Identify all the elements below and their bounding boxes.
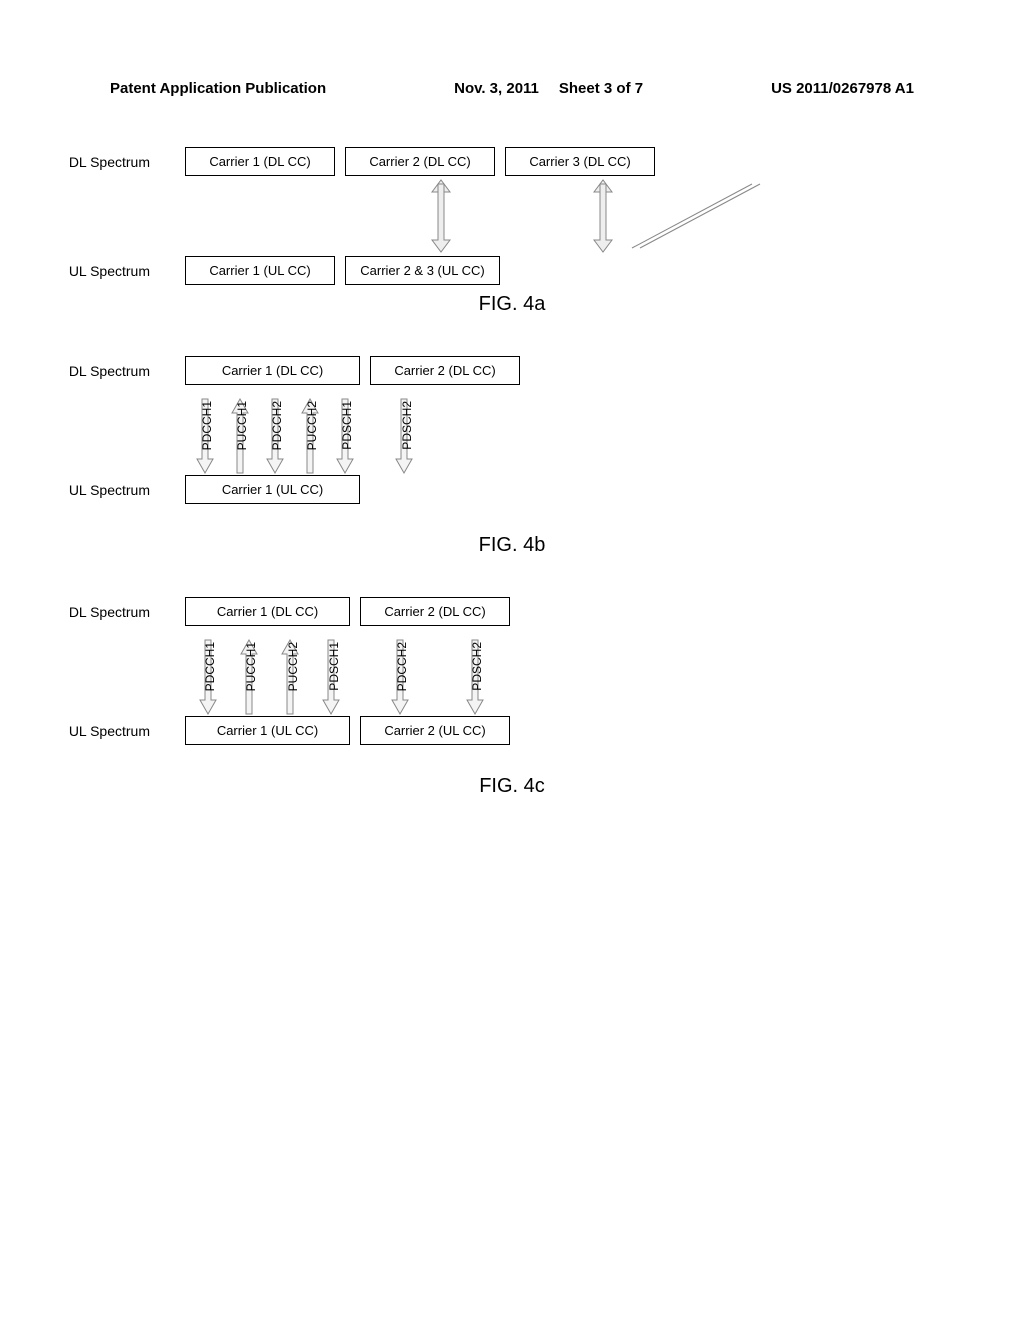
fig4c-ul-carrier-2: Carrier 2 (UL CC) [360,716,510,745]
fig4b-dl-carrier-2: Carrier 2 (DL CC) [370,356,520,385]
channel-pdcch1: PDCCH1 [199,636,219,716]
fig4c-channels-dl1: PDCCH1 PUCCH1 PUCCH2 PDSCH1 [188,626,353,716]
channel-label: PDCCH1 [200,401,214,450]
channel-pdsch1: PDSCH1 [322,636,342,716]
channel-label: PUCCH2 [286,642,300,691]
fig4b-dl-carrier-1: Carrier 1 (DL CC) [185,356,360,385]
channel-label: PDSCH1 [327,642,341,691]
channel-label: PDCCH1 [203,642,217,691]
header-pubno: US 2011/0267978 A1 [771,80,914,97]
figure-4b: DL Spectrum Carrier 1 (DL CC) Carrier 2 … [0,356,1024,557]
fig4c-dl-carrier-1: Carrier 1 (DL CC) [185,597,350,626]
channel-label: PDSCH2 [400,401,414,450]
channel-pucch2: PUCCH2 [301,395,321,475]
page-header: Patent Application Publication Nov. 3, 2… [0,0,1024,117]
bidirectional-arrow-icon [360,176,860,256]
channel-label: PDCCH2 [395,642,409,691]
channel-pucch1: PUCCH1 [231,395,251,475]
fig4a-ul-carrier-1: Carrier 1 (UL CC) [185,256,335,285]
fig4a-dl-carrier-2: Carrier 2 (DL CC) [345,147,495,176]
channel-pdcch1: PDCCH1 [196,395,216,475]
channel-pdsch2: PDSCH2 [466,636,486,716]
figure-4a: DL Spectrum Carrier 1 (DL CC) Carrier 2 … [0,147,1024,316]
fig4b-channels-dl2: PDSCH2 [373,385,543,475]
fig4c-ul-carrier-1: Carrier 1 (UL CC) [185,716,350,745]
header-date: Nov. 3, 2011 [454,80,539,97]
fig4a-ul-carrier-23: Carrier 2 & 3 (UL CC) [345,256,500,285]
channel-label: PDCCH2 [270,401,284,450]
fig4a-dl-label: DL Spectrum [0,154,180,170]
channel-label: PUCCH2 [305,401,319,450]
fig4a-caption: FIG. 4a [0,293,1024,316]
channel-label: PDSCH2 [470,642,484,691]
channel-label: PDSCH1 [340,401,354,450]
fig4b-channels-dl1: PDCCH1 PUCCH1 PDCCH2 PUCCH2 PDSCH1 [188,385,363,475]
fig4c-dl-label: DL Spectrum [0,604,180,620]
fig4b-caption: FIG. 4b [0,534,1024,557]
fig4b-ul-label: UL Spectrum [0,482,180,498]
channel-pucch1: PUCCH1 [240,636,260,716]
header-left: Patent Application Publication [110,80,326,97]
channel-pdcch2: PDCCH2 [391,636,411,716]
figure-4c: DL Spectrum Carrier 1 (DL CC) Carrier 2 … [0,597,1024,798]
fig4c-ul-label: UL Spectrum [0,723,180,739]
channel-pdcch2: PDCCH2 [266,395,286,475]
fig4a-dl-carrier-1: Carrier 1 (DL CC) [185,147,335,176]
fig4b-ul-carrier-1: Carrier 1 (UL CC) [185,475,360,504]
fig4c-dl-carrier-2: Carrier 2 (DL CC) [360,597,510,626]
fig4b-dl-label: DL Spectrum [0,363,180,379]
channel-pucch2: PUCCH2 [281,636,301,716]
fig4a-ul-label: UL Spectrum [0,263,180,279]
channel-label: PUCCH1 [235,401,249,450]
channel-pdsch1: PDSCH1 [336,395,356,475]
fig4c-caption: FIG. 4c [0,775,1024,798]
fig4a-arrow-area [360,176,860,256]
header-sheet: Sheet 3 of 7 [559,80,643,97]
fig4a-dl-carrier-3: Carrier 3 (DL CC) [505,147,655,176]
channel-pdsch2: PDSCH2 [395,395,415,475]
fig4c-channels-dl2: PDCCH2 PDSCH2 [363,626,513,716]
channel-label: PUCCH1 [244,642,258,691]
